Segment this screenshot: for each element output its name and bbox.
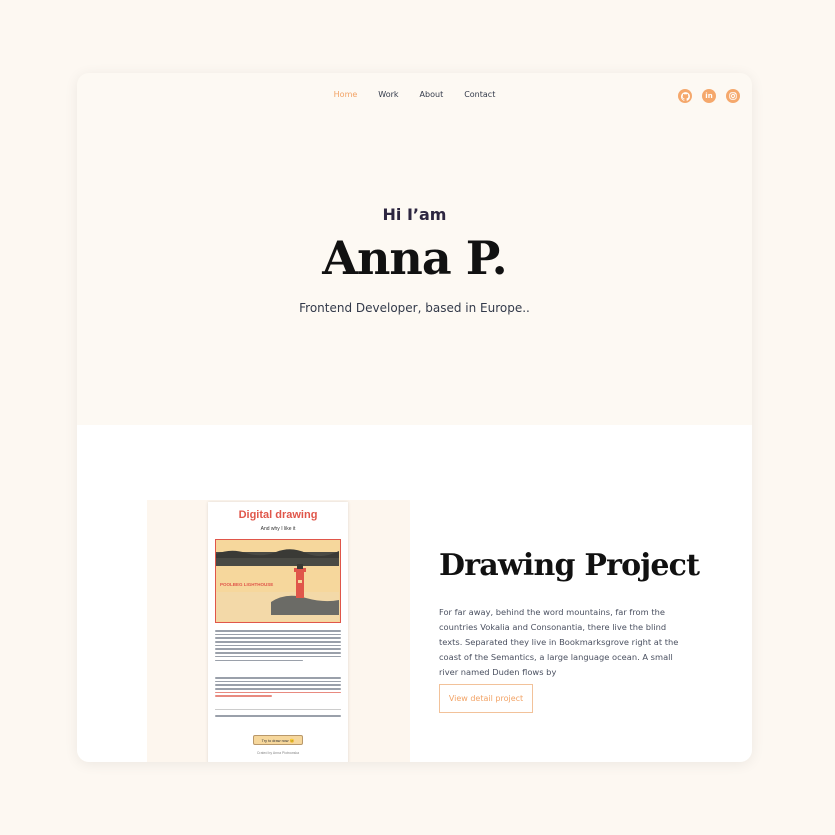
- nav-link-contact[interactable]: Contact: [464, 90, 495, 99]
- nav-link-about[interactable]: About: [420, 90, 444, 99]
- instagram-icon[interactable]: [726, 89, 740, 103]
- preview-title: Digital drawing: [238, 509, 318, 521]
- nav-link-home[interactable]: Home: [334, 90, 358, 99]
- illustration-label: POOLBEG LIGHTHOUSE: [220, 582, 274, 587]
- social-links: in: [678, 89, 740, 103]
- linkedin-icon[interactable]: in: [702, 89, 716, 103]
- preview-paragraph-2: [215, 677, 341, 699]
- project-section: Digital drawing And why I like it POOLBE…: [77, 425, 752, 762]
- hero-name: Anna P.: [322, 231, 507, 285]
- preview-footer: Crated by Anna Piotrowska: [256, 751, 300, 755]
- project-title: Drawing Project: [439, 548, 700, 583]
- nav-links: Home Work About Contact: [77, 90, 752, 99]
- preview-paragraph-1: [215, 630, 341, 663]
- project-description: For far away, behind the word mountains,…: [439, 607, 679, 677]
- lighthouse-illustration: POOLBEG LIGHTHOUSE: [215, 539, 341, 623]
- portfolio-window: Home Work About Contact in Hi I’am Anna …: [77, 73, 752, 762]
- preview-draw-button: Try to draw now 😊: [253, 735, 303, 745]
- view-detail-project-button[interactable]: View detail project: [439, 684, 533, 713]
- hero-subtitle: Frontend Developer, based in Europe..: [299, 301, 530, 315]
- project-preview-image: Digital drawing And why I like it POOLBE…: [147, 500, 410, 762]
- preview-subtitle: And why I like it: [260, 526, 296, 532]
- top-navigation: Home Work About Contact in: [77, 73, 752, 119]
- github-icon[interactable]: [678, 89, 692, 103]
- preview-paragraph-3: [215, 709, 341, 719]
- nav-link-work[interactable]: Work: [378, 90, 398, 99]
- hero-section: Hi I’am Anna P. Frontend Developer, base…: [77, 119, 752, 425]
- preview-document: Digital drawing And why I like it POOLBE…: [208, 502, 348, 762]
- hero-greeting: Hi I’am: [382, 205, 447, 224]
